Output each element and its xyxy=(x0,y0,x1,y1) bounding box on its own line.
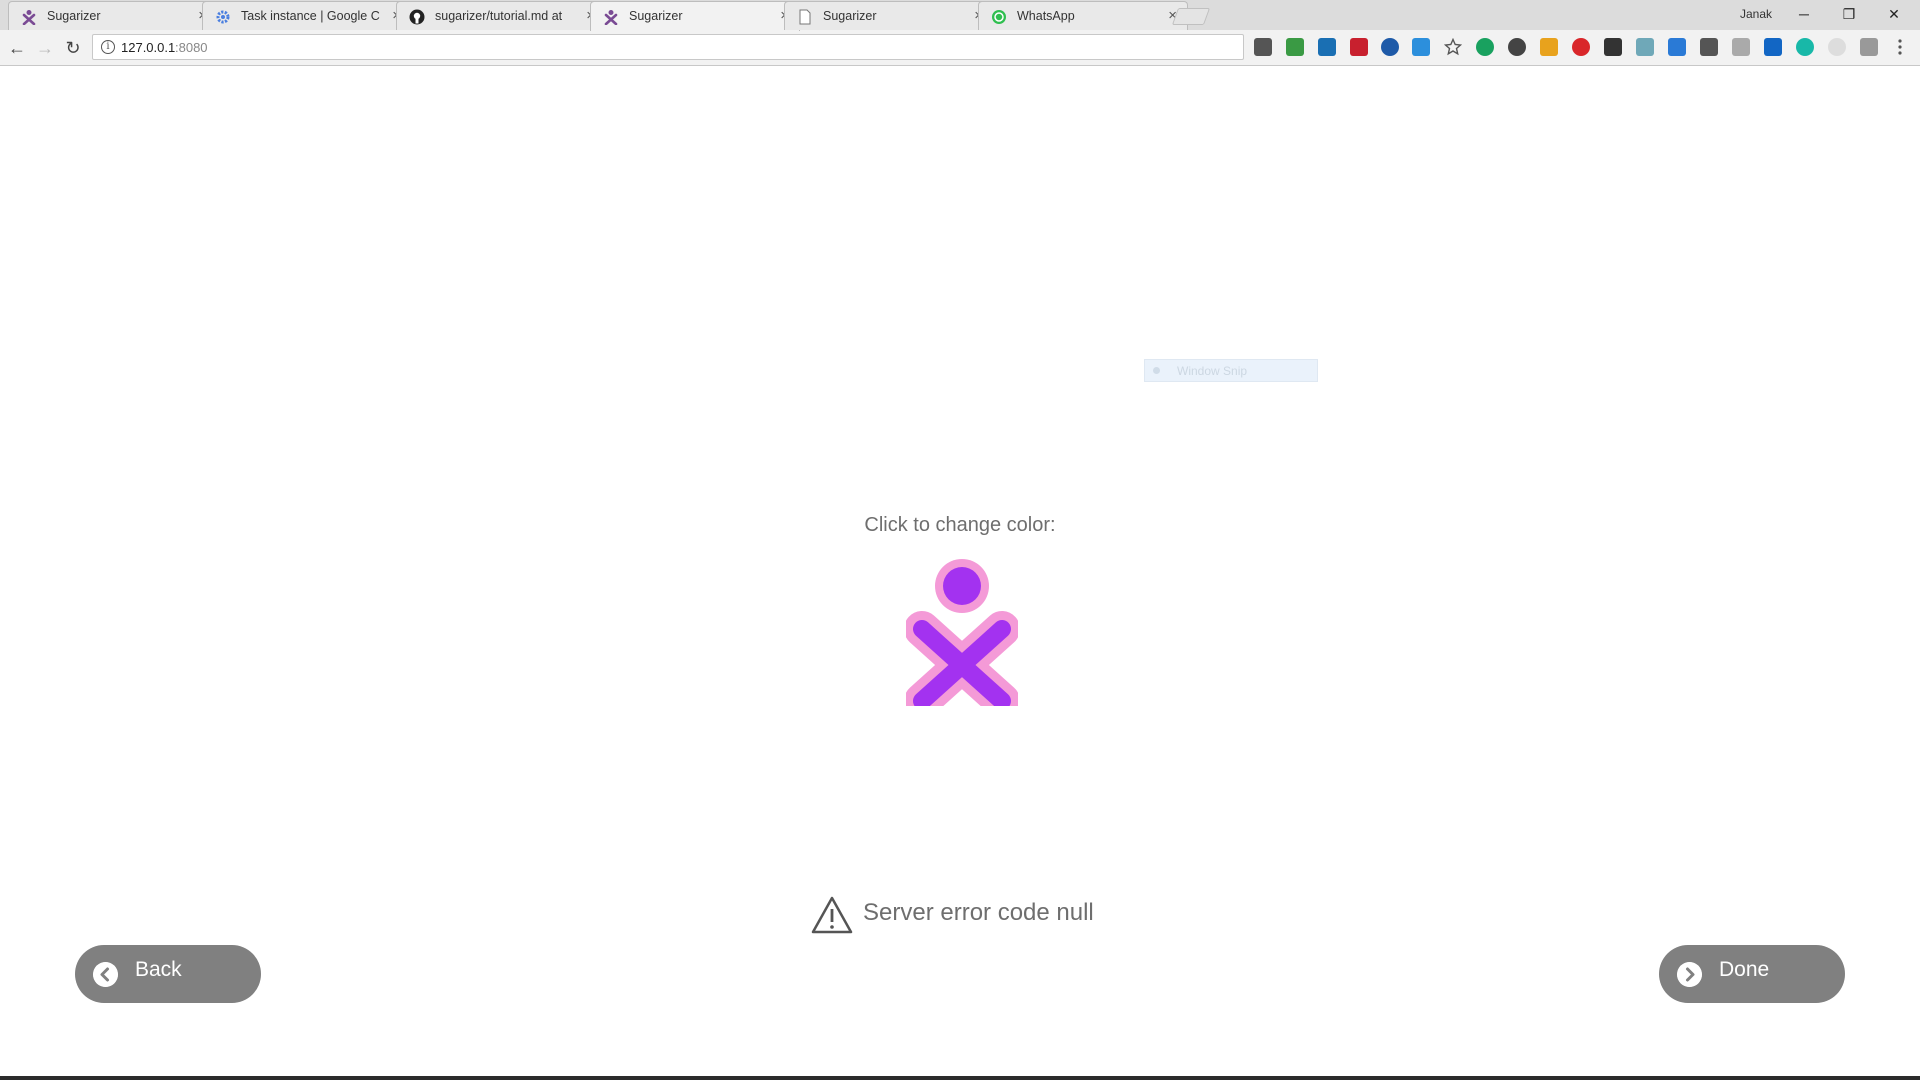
sugarizer-icon xyxy=(22,10,36,25)
new-tab-button[interactable] xyxy=(1171,8,1211,25)
back-label: Back xyxy=(135,958,182,981)
tab-title: Task instance | Google C xyxy=(241,9,380,23)
extension-icon[interactable] xyxy=(1286,38,1304,56)
tab-sugarizer-active[interactable]: Sugarizer × xyxy=(590,1,800,31)
window-snip-overlay[interactable]: Window Snip xyxy=(1144,359,1318,382)
extension-icon[interactable] xyxy=(1412,38,1430,56)
extension-icon[interactable] xyxy=(1636,38,1654,56)
tab-title: WhatsApp xyxy=(1017,9,1075,23)
extension-icon[interactable] xyxy=(1860,38,1878,56)
url-port: :8080 xyxy=(175,40,208,55)
window-close-icon[interactable]: ✕ xyxy=(1874,3,1914,25)
info-icon[interactable]: i xyxy=(101,40,115,54)
extension-icon[interactable] xyxy=(1350,38,1368,56)
xo-buddy-icon[interactable] xyxy=(906,556,1018,706)
extension-icon[interactable] xyxy=(1318,38,1336,56)
bottom-border xyxy=(0,1076,1920,1080)
extension-icon[interactable] xyxy=(1572,38,1590,56)
extension-icon[interactable] xyxy=(1508,38,1526,56)
extension-icon[interactable] xyxy=(1476,38,1494,56)
tab-title: Sugarizer xyxy=(629,9,683,23)
reload-icon[interactable]: ↻ xyxy=(62,38,84,58)
warning-icon xyxy=(811,896,853,934)
tab-title: Sugarizer xyxy=(823,9,877,23)
url-host: 127.0.0.1 xyxy=(121,40,176,55)
tab-title: sugarizer/tutorial.md at xyxy=(435,9,563,23)
extension-icon[interactable] xyxy=(1381,38,1399,56)
sugarizer-icon xyxy=(604,10,618,25)
back-arrow-icon[interactable]: ← xyxy=(6,38,28,58)
gear-icon xyxy=(216,10,230,24)
restore-icon[interactable]: ❐ xyxy=(1829,3,1869,25)
tab-sugarizer-page[interactable]: Sugarizer × xyxy=(784,1,994,30)
extension-icon[interactable] xyxy=(1828,38,1846,56)
page-icon xyxy=(799,9,811,25)
menu-dots-icon[interactable] xyxy=(1892,38,1908,56)
tab-task-instance[interactable]: Task instance | Google C × xyxy=(202,1,412,30)
github-icon xyxy=(409,9,425,25)
address-bar[interactable]: i 127.0.0.1 :8080 xyxy=(92,34,1244,60)
extension-icon[interactable] xyxy=(1668,38,1686,56)
tab-title: Sugarizer xyxy=(47,9,101,23)
chevron-right-icon xyxy=(1677,962,1702,987)
profile-name[interactable]: Janak xyxy=(1740,7,1772,21)
tab-strip: Sugarizer × Task instance | Google C × s… xyxy=(0,0,1920,31)
extension-icon[interactable] xyxy=(1540,38,1558,56)
whatsapp-icon xyxy=(992,10,1006,24)
minimize-icon[interactable]: ─ xyxy=(1784,3,1824,25)
bookmark-star-icon[interactable] xyxy=(1444,38,1462,56)
browser-chrome: Sugarizer × Task instance | Google C × s… xyxy=(0,0,1920,66)
change-color-label: Click to change color: xyxy=(864,514,1056,536)
done-button[interactable]: Done xyxy=(1659,945,1845,1003)
window-snip-label: Window Snip xyxy=(1177,364,1248,378)
tab-sugarizer-1[interactable]: Sugarizer × xyxy=(8,1,218,30)
error-text: Server error code null xyxy=(863,899,1094,926)
extension-icon[interactable] xyxy=(1604,38,1622,56)
tab-github-tutorial[interactable]: sugarizer/tutorial.md at × xyxy=(396,1,606,30)
tab-whatsapp[interactable]: WhatsApp × xyxy=(978,1,1188,30)
forward-arrow-icon[interactable]: → xyxy=(34,38,56,58)
extension-icon[interactable] xyxy=(1796,38,1814,56)
extension-icon[interactable] xyxy=(1254,38,1272,56)
back-button[interactable]: Back xyxy=(75,945,261,1003)
extension-icon[interactable] xyxy=(1764,38,1782,56)
done-label: Done xyxy=(1719,958,1770,981)
extension-icon[interactable] xyxy=(1700,38,1718,56)
extension-icon[interactable] xyxy=(1732,38,1750,56)
snip-dot-icon xyxy=(1153,367,1160,374)
chevron-left-icon xyxy=(93,962,118,987)
